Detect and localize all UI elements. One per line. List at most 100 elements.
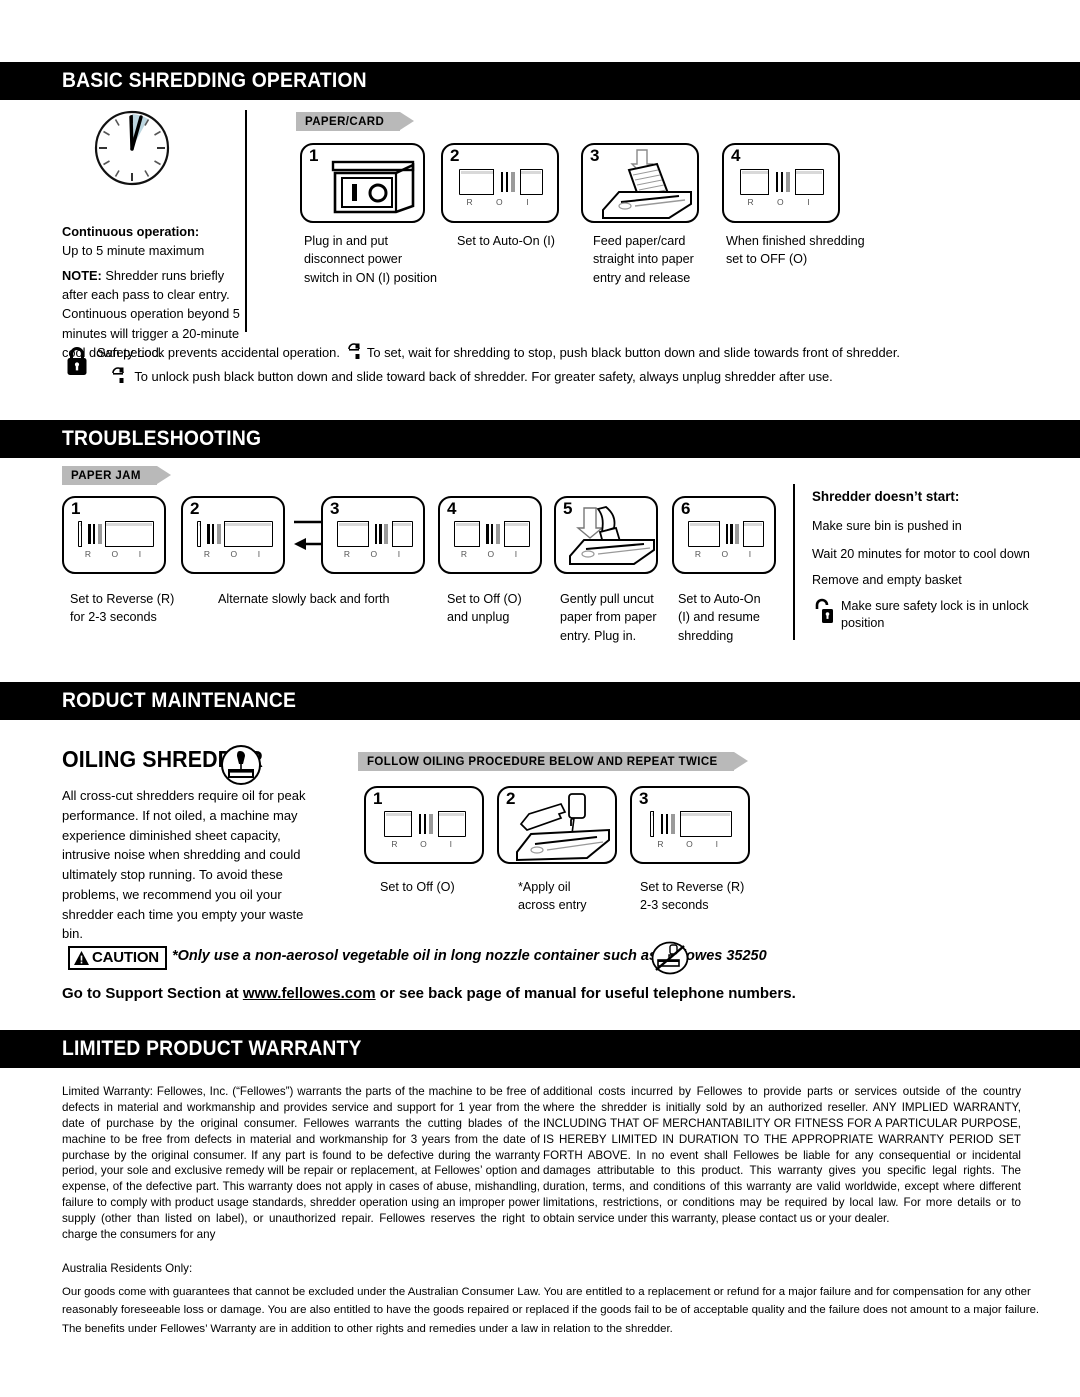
switch-label-reverse: R [657, 839, 665, 849]
ts-step-caption-4: Set to Off (O) and unplug [447, 592, 522, 625]
section-title: LIMITED PRODUCT WARRANTY [62, 1037, 362, 1060]
ts-alternate-caption: Alternate slowly back and forth [218, 592, 390, 606]
warranty-column-right: additional costs incurred by Fellowes to… [543, 1085, 1021, 1225]
safety-lock-line1b: To set, wait for shredding to stop, push… [366, 345, 900, 360]
switch-label-off: O [776, 197, 785, 207]
warning-triangle-icon [74, 950, 89, 965]
section-title: BASIC SHREDDING OPERATION [62, 69, 367, 92]
step-number: 2 [190, 499, 200, 518]
shredder-doesnt-start-heading: Shredder doesn’t start: [812, 489, 960, 504]
ts-step-caption-1: Set to Reverse (R) for 2-3 seconds [70, 592, 175, 625]
switch-label-on: I [514, 549, 518, 559]
switch-label-off: O [721, 549, 729, 559]
support-post: or see back page of manual for useful te… [375, 985, 796, 1002]
oil-step-caption-2: *Apply oil across entry [518, 880, 587, 913]
section-header-product-maintenance: RODUCT MAINTENANCE [0, 682, 1080, 720]
tab-label: PAPER/CARD [305, 115, 385, 128]
feed-paper-icon [599, 148, 699, 227]
switch-label-on: I [257, 549, 261, 559]
rocker-switch-icon: R O I [384, 811, 466, 850]
support-pre: Go to Support Section at [62, 985, 243, 1002]
ts-tip-3: Remove and empty basket [812, 573, 962, 587]
caution-label: CAUTION [92, 949, 159, 966]
switch-label-on: I [449, 839, 453, 849]
step-number: 3 [330, 499, 340, 518]
ts-step-box-3: 3 R O I [321, 496, 425, 574]
step-box-4: 4 R O I [722, 143, 840, 223]
tab-paper-jam: PAPER JAM [62, 466, 171, 485]
power-switch-box-icon [330, 159, 418, 220]
step-caption-1: Plug in and put disconnect power switch … [304, 234, 437, 285]
step-number: 1 [309, 146, 319, 165]
shredder-doesnt-start-block: Shredder doesn’t start: [812, 489, 1072, 504]
vertical-divider [793, 484, 796, 640]
rocker-switch-icon: R O I [688, 521, 764, 560]
section-header-troubleshooting: TROUBLESHOOTING [0, 420, 1080, 458]
switch-label-reverse: R [466, 197, 474, 207]
step-number: 1 [71, 499, 81, 518]
switch-label-reverse: R [694, 549, 702, 559]
safety-lock-line1: Safety Lock prevents accidental operatio… [97, 345, 340, 360]
step-box-1: 1 [300, 143, 425, 223]
switch-label-on: I [526, 197, 530, 207]
step-caption-2: Set to Auto-On (I) [457, 234, 555, 248]
lock-glyph-2 [111, 367, 125, 391]
tab-label: FOLLOW OILING PROCEDURE BELOW AND REPEAT… [367, 755, 718, 768]
apply-oil-icon [513, 790, 617, 869]
oil-bottle-icon [220, 744, 262, 786]
tab-paper-card: PAPER/CARD [296, 112, 415, 131]
section-title: RODUCT MAINTENANCE [62, 689, 297, 712]
rocker-switch-icon: R O I [650, 811, 732, 850]
lock-glyph-1 [347, 343, 361, 367]
step-box-2: 2 R O I [441, 143, 559, 223]
rocker-switch-icon: R O I [454, 521, 530, 560]
step-number: 1 [373, 789, 383, 808]
padlock-locked-icon [66, 346, 88, 376]
switch-label-on: I [138, 549, 142, 559]
switch-label-reverse: R [391, 839, 399, 849]
switch-label-off: O [111, 549, 119, 559]
ts-step-caption-6: Set to Auto-On (I) and resume shredding [678, 592, 761, 643]
ts-step-box-4: 4 R O I [438, 496, 542, 574]
australia-residents-heading: Australia Residents Only: [62, 1262, 193, 1275]
no-aerosol-spray-icon [651, 941, 689, 975]
australia-residents-body: Our goods come with guarantees that cann… [62, 1286, 1040, 1335]
ts-step-box-1: 1 R O I [62, 496, 166, 574]
clock-icon [92, 108, 172, 188]
ts-step-box-6: 6 R O I [672, 496, 776, 574]
oil-step-box-1: 1 R O I [364, 786, 484, 864]
switch-label-off: O [230, 549, 238, 559]
safety-lock-line2: To unlock push black button down and sli… [134, 368, 833, 384]
switch-label-reverse: R [460, 549, 468, 559]
ts-step-caption-5: Gently pull uncut paper from paper entry… [560, 592, 657, 643]
rocker-switch-icon: R O I [197, 521, 273, 560]
step-number: 4 [731, 146, 741, 165]
section-header-basic-shredding: BASIC SHREDDING OPERATION [0, 62, 1080, 100]
ts-tip-2: Wait 20 minutes for motor to cool down [812, 547, 1030, 561]
support-url[interactable]: www.fellowes.com [243, 985, 376, 1002]
tab-oiling-procedure: FOLLOW OILING PROCEDURE BELOW AND REPEAT… [358, 752, 748, 771]
section-header-warranty: LIMITED PRODUCT WARRANTY [0, 1030, 1080, 1068]
caution-badge: CAUTION [68, 946, 167, 970]
rocker-switch-icon: R O I [337, 521, 413, 560]
oil-step-box-2: 2 [497, 786, 617, 864]
manual-page: BASIC SHREDDING OPERATION Continuous ope… [0, 0, 1080, 1397]
switch-label-reverse: R [343, 549, 351, 559]
oil-step-caption-1: Set to Off (O) [380, 880, 455, 894]
switch-label-off: O [686, 839, 694, 849]
switch-label-on: I [748, 549, 752, 559]
tab-label: PAPER JAM [71, 469, 141, 482]
switch-label-on: I [715, 839, 719, 849]
switch-label-reverse: R [747, 197, 755, 207]
switch-label-on: I [807, 197, 811, 207]
ts-step-box-2: 2 R O I [181, 496, 285, 574]
switch-label-off: O [370, 549, 378, 559]
switch-label-off: O [495, 197, 504, 207]
padlock-unlocked-icon [814, 598, 834, 624]
rocker-switch-icon: R O I [459, 169, 543, 208]
warranty-column-left: Limited Warranty: Fellowes, Inc. (“Fello… [62, 1085, 540, 1241]
switch-label-reverse: R [203, 549, 211, 559]
oiling-shredder-body: All cross-cut shredders require oil for … [62, 788, 306, 942]
support-line: Go to Support Section at www.fellowes.co… [62, 985, 796, 1002]
note-label: NOTE: [62, 268, 102, 283]
